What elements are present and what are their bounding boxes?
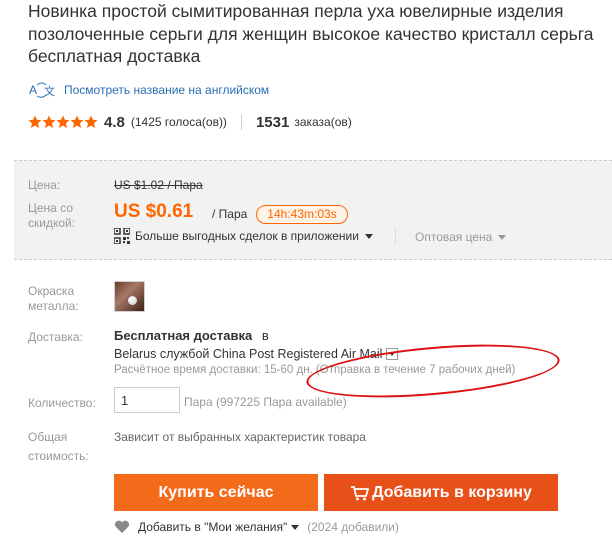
- delivery-to: в: [261, 328, 269, 343]
- qr-code-icon: [114, 228, 130, 244]
- app-deals-dropdown[interactable]: Больше выгодных сделок в приложении: [114, 228, 373, 244]
- wholesale-price-dropdown[interactable]: Оптовая цена: [415, 230, 507, 244]
- add-to-cart-button[interactable]: Добавить в корзину: [324, 474, 558, 511]
- wholesale-label: Оптовая цена: [415, 230, 493, 244]
- metal-color-label: Окраска металла:: [28, 284, 79, 313]
- rating-votes-link[interactable]: (1425 голоса(ов)): [131, 115, 227, 129]
- price-unit: / Пара: [212, 207, 248, 221]
- add-to-cart-label: Добавить в корзину: [372, 483, 532, 501]
- quantity-label: Количество:: [28, 396, 96, 410]
- metal-color-option-thumbnail[interactable]: [114, 281, 145, 312]
- star-icon: [70, 115, 84, 128]
- rating-row: 4.8 (1425 голоса(ов)) 1531 заказа(ов): [28, 112, 352, 132]
- star-icon: [56, 115, 70, 128]
- old-price-label: Цена:: [28, 178, 61, 192]
- free-delivery: Бесплатная доставка в: [114, 328, 269, 343]
- total-cost-text: Зависит от выбранных характеристик товар…: [114, 430, 366, 444]
- cart-icon: [351, 485, 370, 500]
- quantity-available: Пара (997225 Пара available): [184, 395, 347, 409]
- star-icon: [42, 115, 56, 128]
- rating-stars[interactable]: [28, 115, 98, 129]
- translate-link[interactable]: A 文 Посмотреть название на английском: [28, 81, 269, 99]
- discount-price: US $0.61: [114, 201, 194, 222]
- divider: [395, 227, 396, 245]
- free-delivery-text: Бесплатная доставка: [114, 328, 253, 343]
- delivery-label: Доставка:: [28, 330, 83, 344]
- rating-value: 4.8: [104, 113, 125, 131]
- divider: [240, 114, 242, 130]
- chevron-down-icon: [364, 233, 373, 239]
- orders-label: заказа(ов): [294, 115, 352, 129]
- orders-count: 1531: [255, 113, 290, 131]
- product-title: Новинка простой сымитированная перла уха…: [28, 1, 594, 66]
- wishlist-row: Добавить в "Мои желания" (2024 добавили): [114, 520, 399, 534]
- shipping-method-label: Belarus службой China Post Registered Ai…: [114, 347, 383, 361]
- wishlist-link[interactable]: Добавить в "Мои желания": [138, 520, 287, 534]
- heart-icon[interactable]: [114, 520, 130, 534]
- app-deals-label: Больше выгодных сделок в приложении: [135, 229, 359, 243]
- translate-link-label: Посмотреть название на английском: [64, 83, 270, 97]
- buy-now-button[interactable]: Купить сейчас: [114, 474, 318, 511]
- star-icon: [84, 115, 98, 128]
- buy-now-label: Купить сейчас: [158, 483, 274, 501]
- pearl-earring-image: [128, 296, 137, 305]
- discount-price-label: Цена со скидкой:: [28, 201, 76, 230]
- chevron-down-icon[interactable]: [291, 524, 300, 530]
- chevron-down-icon: [498, 234, 507, 240]
- quantity-input[interactable]: [114, 387, 180, 413]
- svg-text:A: A: [29, 83, 37, 97]
- translate-icon: A 文: [28, 81, 56, 99]
- price-box: Цена: US $1.02 / Пара Цена со скидкой: U…: [14, 160, 612, 260]
- countdown-timer: 14h:43m:03s: [256, 205, 348, 224]
- total-cost-label: Общая стоимость:: [28, 430, 89, 463]
- old-price: US $1.02 / Пара: [114, 178, 203, 192]
- wishlist-count: (2024 добавили): [307, 520, 400, 534]
- star-icon: [28, 115, 42, 128]
